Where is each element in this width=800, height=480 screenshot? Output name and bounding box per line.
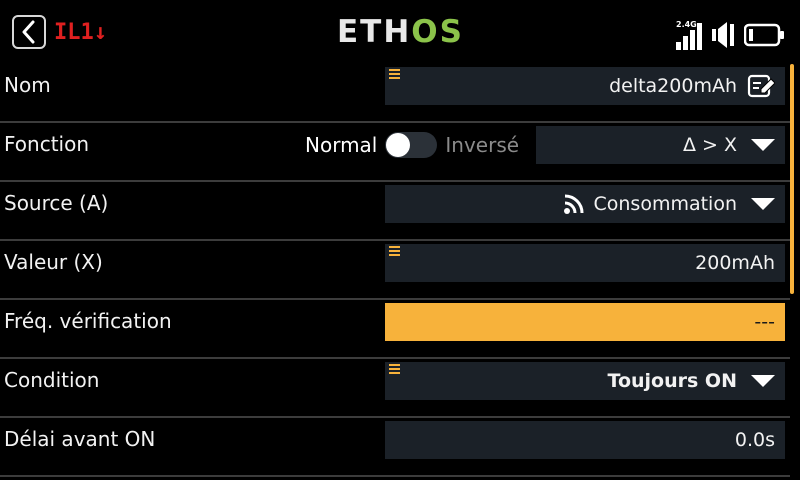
battery-icon <box>744 23 784 47</box>
row-name: Nom delta200mAh <box>0 64 790 123</box>
source-label: Source (A) <box>4 191 109 215</box>
check-frequency-label: Fréq. vérification <box>4 309 172 333</box>
row-value: Valeur (X) 200mAh <box>0 241 790 300</box>
radio-band-label: 2.4G <box>676 20 697 29</box>
delay-value: 0.0s <box>734 429 775 451</box>
toggle-knob <box>386 132 411 157</box>
scrollbar[interactable] <box>790 64 794 294</box>
name-field[interactable]: delta200mAh <box>385 67 785 105</box>
function-select[interactable]: Δ > X <box>536 126 785 164</box>
check-frequency-field[interactable]: --- <box>385 303 785 341</box>
source-value: Consommation <box>593 193 737 215</box>
check-frequency-value: --- <box>754 311 775 333</box>
dropdown-arrow-icon <box>751 198 775 210</box>
edit-note-icon[interactable] <box>747 73 775 99</box>
source-select[interactable]: Consommation <box>385 185 785 223</box>
row-delay: Délai avant ON 0.0s <box>0 418 790 477</box>
condition-select[interactable]: Toujours ON <box>385 362 785 400</box>
signal-strength-icon: 2.4G <box>676 20 706 50</box>
row-source: Source (A) Consommation <box>0 182 790 241</box>
switch-label-normal: Normal <box>305 132 378 157</box>
value-label: Valeur (X) <box>4 250 103 274</box>
trim-indicator-arrow: ↓ <box>93 20 107 45</box>
ethos-logo: ETHOS <box>337 12 464 52</box>
row-condition: Condition Toujours ON <box>0 359 790 418</box>
back-button[interactable] <box>12 15 46 49</box>
logo-text-eth: ETH <box>337 14 412 50</box>
editable-marker-icon <box>389 69 400 80</box>
value-field[interactable]: 200mAh <box>385 244 785 282</box>
row-function: Fonction Normal Inversé Δ > X <box>0 123 790 182</box>
switch-label-inverse: Inversé <box>445 132 520 157</box>
delay-field[interactable]: 0.0s <box>385 421 785 459</box>
telemetry-icon <box>564 194 584 214</box>
function-mode-switch-group: Normal Inversé <box>305 123 519 166</box>
logo-text-os: OS <box>411 14 464 50</box>
value-value: 200mAh <box>695 252 775 274</box>
condition-label: Condition <box>4 368 100 392</box>
function-label: Fonction <box>4 132 90 156</box>
delay-label: Délai avant ON <box>4 427 156 451</box>
condition-value: Toujours ON <box>607 370 737 392</box>
name-label: Nom <box>4 73 51 97</box>
top-bar: IL1↓ ETHOS 2.4G <box>0 0 800 64</box>
row-check-frequency: Fréq. vérification --- <box>0 300 790 359</box>
dropdown-arrow-icon <box>751 375 775 387</box>
trim-indicator: IL1↓ <box>54 19 107 47</box>
status-icons: 2.4G <box>676 14 786 50</box>
settings-list: Nom delta200mAh Fonction Normal Inversé … <box>0 64 790 477</box>
chevron-left-icon <box>22 20 35 44</box>
inverse-toggle[interactable] <box>385 131 438 158</box>
function-value: Δ > X <box>682 134 737 156</box>
editable-marker-icon <box>389 246 400 257</box>
dropdown-arrow-icon <box>751 139 775 151</box>
trim-indicator-text: IL1 <box>54 20 94 45</box>
speaker-icon[interactable] <box>712 20 738 50</box>
editable-marker-icon <box>389 364 400 375</box>
name-value: delta200mAh <box>609 75 737 97</box>
